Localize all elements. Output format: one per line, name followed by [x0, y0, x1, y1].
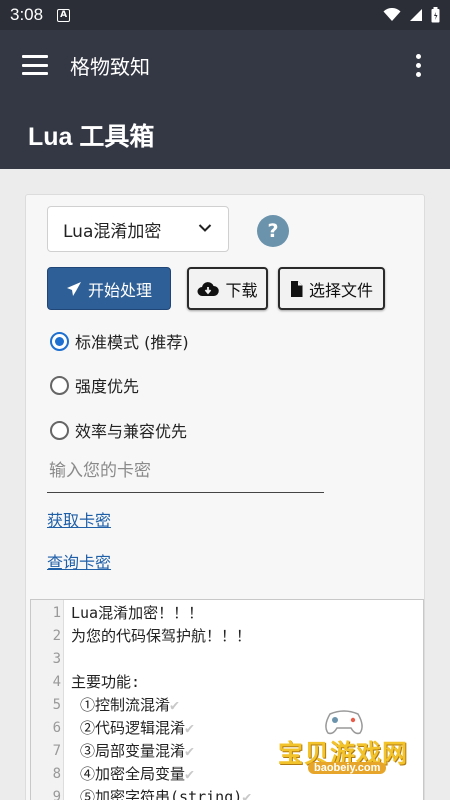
help-button[interactable]: ?	[257, 215, 289, 247]
line-number: 3	[52, 651, 61, 667]
line-text: ⑤加密字符串(string)✔	[71, 786, 251, 800]
line-number: 7	[52, 743, 61, 759]
line-text: 为您的代码保驾护航！！！	[71, 627, 252, 645]
query-key-link[interactable]: 查询卡密	[47, 549, 111, 573]
send-icon	[66, 281, 81, 296]
radio-standard-mode[interactable]: 标准模式 (推荐)	[50, 329, 189, 353]
line-text: ③局部变量混淆✔	[71, 742, 195, 760]
mode-select[interactable]: Lua混淆加密	[47, 206, 229, 252]
status-time: 3:08	[10, 5, 44, 24]
line-number: 5	[52, 697, 61, 713]
get-key-link[interactable]: 获取卡密	[47, 507, 111, 531]
line-number: 9	[52, 789, 61, 800]
gamepad-icon	[325, 710, 363, 735]
menu-icon[interactable]	[22, 55, 48, 75]
check-icon: ✔	[185, 765, 195, 783]
radio-strength-priority[interactable]: 强度优先	[50, 373, 139, 397]
choose-file-button[interactable]: 选择文件	[278, 267, 385, 310]
card-key-input[interactable]	[47, 450, 324, 493]
wifi-icon	[383, 8, 401, 21]
radio-efficiency-priority[interactable]: 效率与兼容优先	[50, 418, 187, 442]
status-bar: 3:08 A	[0, 0, 450, 30]
page-header: Lua 工具箱	[0, 100, 450, 169]
radio-label: 强度优先	[75, 377, 140, 396]
radio-button-selected[interactable]	[50, 331, 69, 351]
more-options-icon[interactable]	[416, 53, 422, 77]
line-number: 6	[52, 720, 61, 736]
download-button[interactable]: 下载	[187, 267, 268, 310]
line-number: 8	[52, 766, 61, 782]
start-button[interactable]: 开始处理	[47, 267, 171, 310]
watermark-logo: 宝贝游戏网 baobeiy.com	[272, 704, 422, 784]
mode-select-value: Lua混淆加密	[63, 221, 162, 242]
check-icon: ✔	[242, 788, 252, 800]
line-number: 1	[52, 605, 61, 621]
radio-label: 效率与兼容优先	[75, 422, 188, 441]
app-title: 格物致知	[70, 54, 150, 79]
radio-button[interactable]	[50, 420, 69, 440]
notification-icon: A	[57, 8, 71, 22]
radio-button[interactable]	[50, 375, 69, 395]
page-title: Lua 工具箱	[28, 122, 155, 151]
line-text: Lua混淆加密！！！	[71, 604, 204, 622]
line-text: ④加密全局变量✔	[71, 765, 195, 783]
line-number: 2	[52, 628, 61, 644]
line-text: ①控制流混淆✔	[71, 696, 180, 714]
check-icon: ✔	[185, 742, 195, 760]
signal-icon	[410, 9, 422, 21]
cloud-download-icon	[197, 281, 220, 296]
choose-file-button-label: 选择文件	[308, 280, 373, 300]
check-icon: ✔	[185, 719, 195, 737]
file-icon	[290, 280, 303, 297]
line-text: ②代码逻辑混淆✔	[71, 719, 195, 737]
download-button-label: 下载	[225, 280, 258, 300]
check-icon: ✔	[170, 696, 180, 714]
chevron-down-icon	[198, 224, 212, 232]
line-number: 4	[52, 674, 61, 690]
battery-icon	[431, 7, 440, 23]
line-text: 主要功能:	[71, 673, 141, 691]
app-bar: 格物致知	[0, 30, 450, 100]
watermark-url: baobeiy.com	[308, 762, 387, 774]
radio-label: 标准模式 (推荐)	[75, 333, 189, 352]
start-button-label: 开始处理	[87, 280, 152, 300]
status-icons	[383, 7, 440, 23]
